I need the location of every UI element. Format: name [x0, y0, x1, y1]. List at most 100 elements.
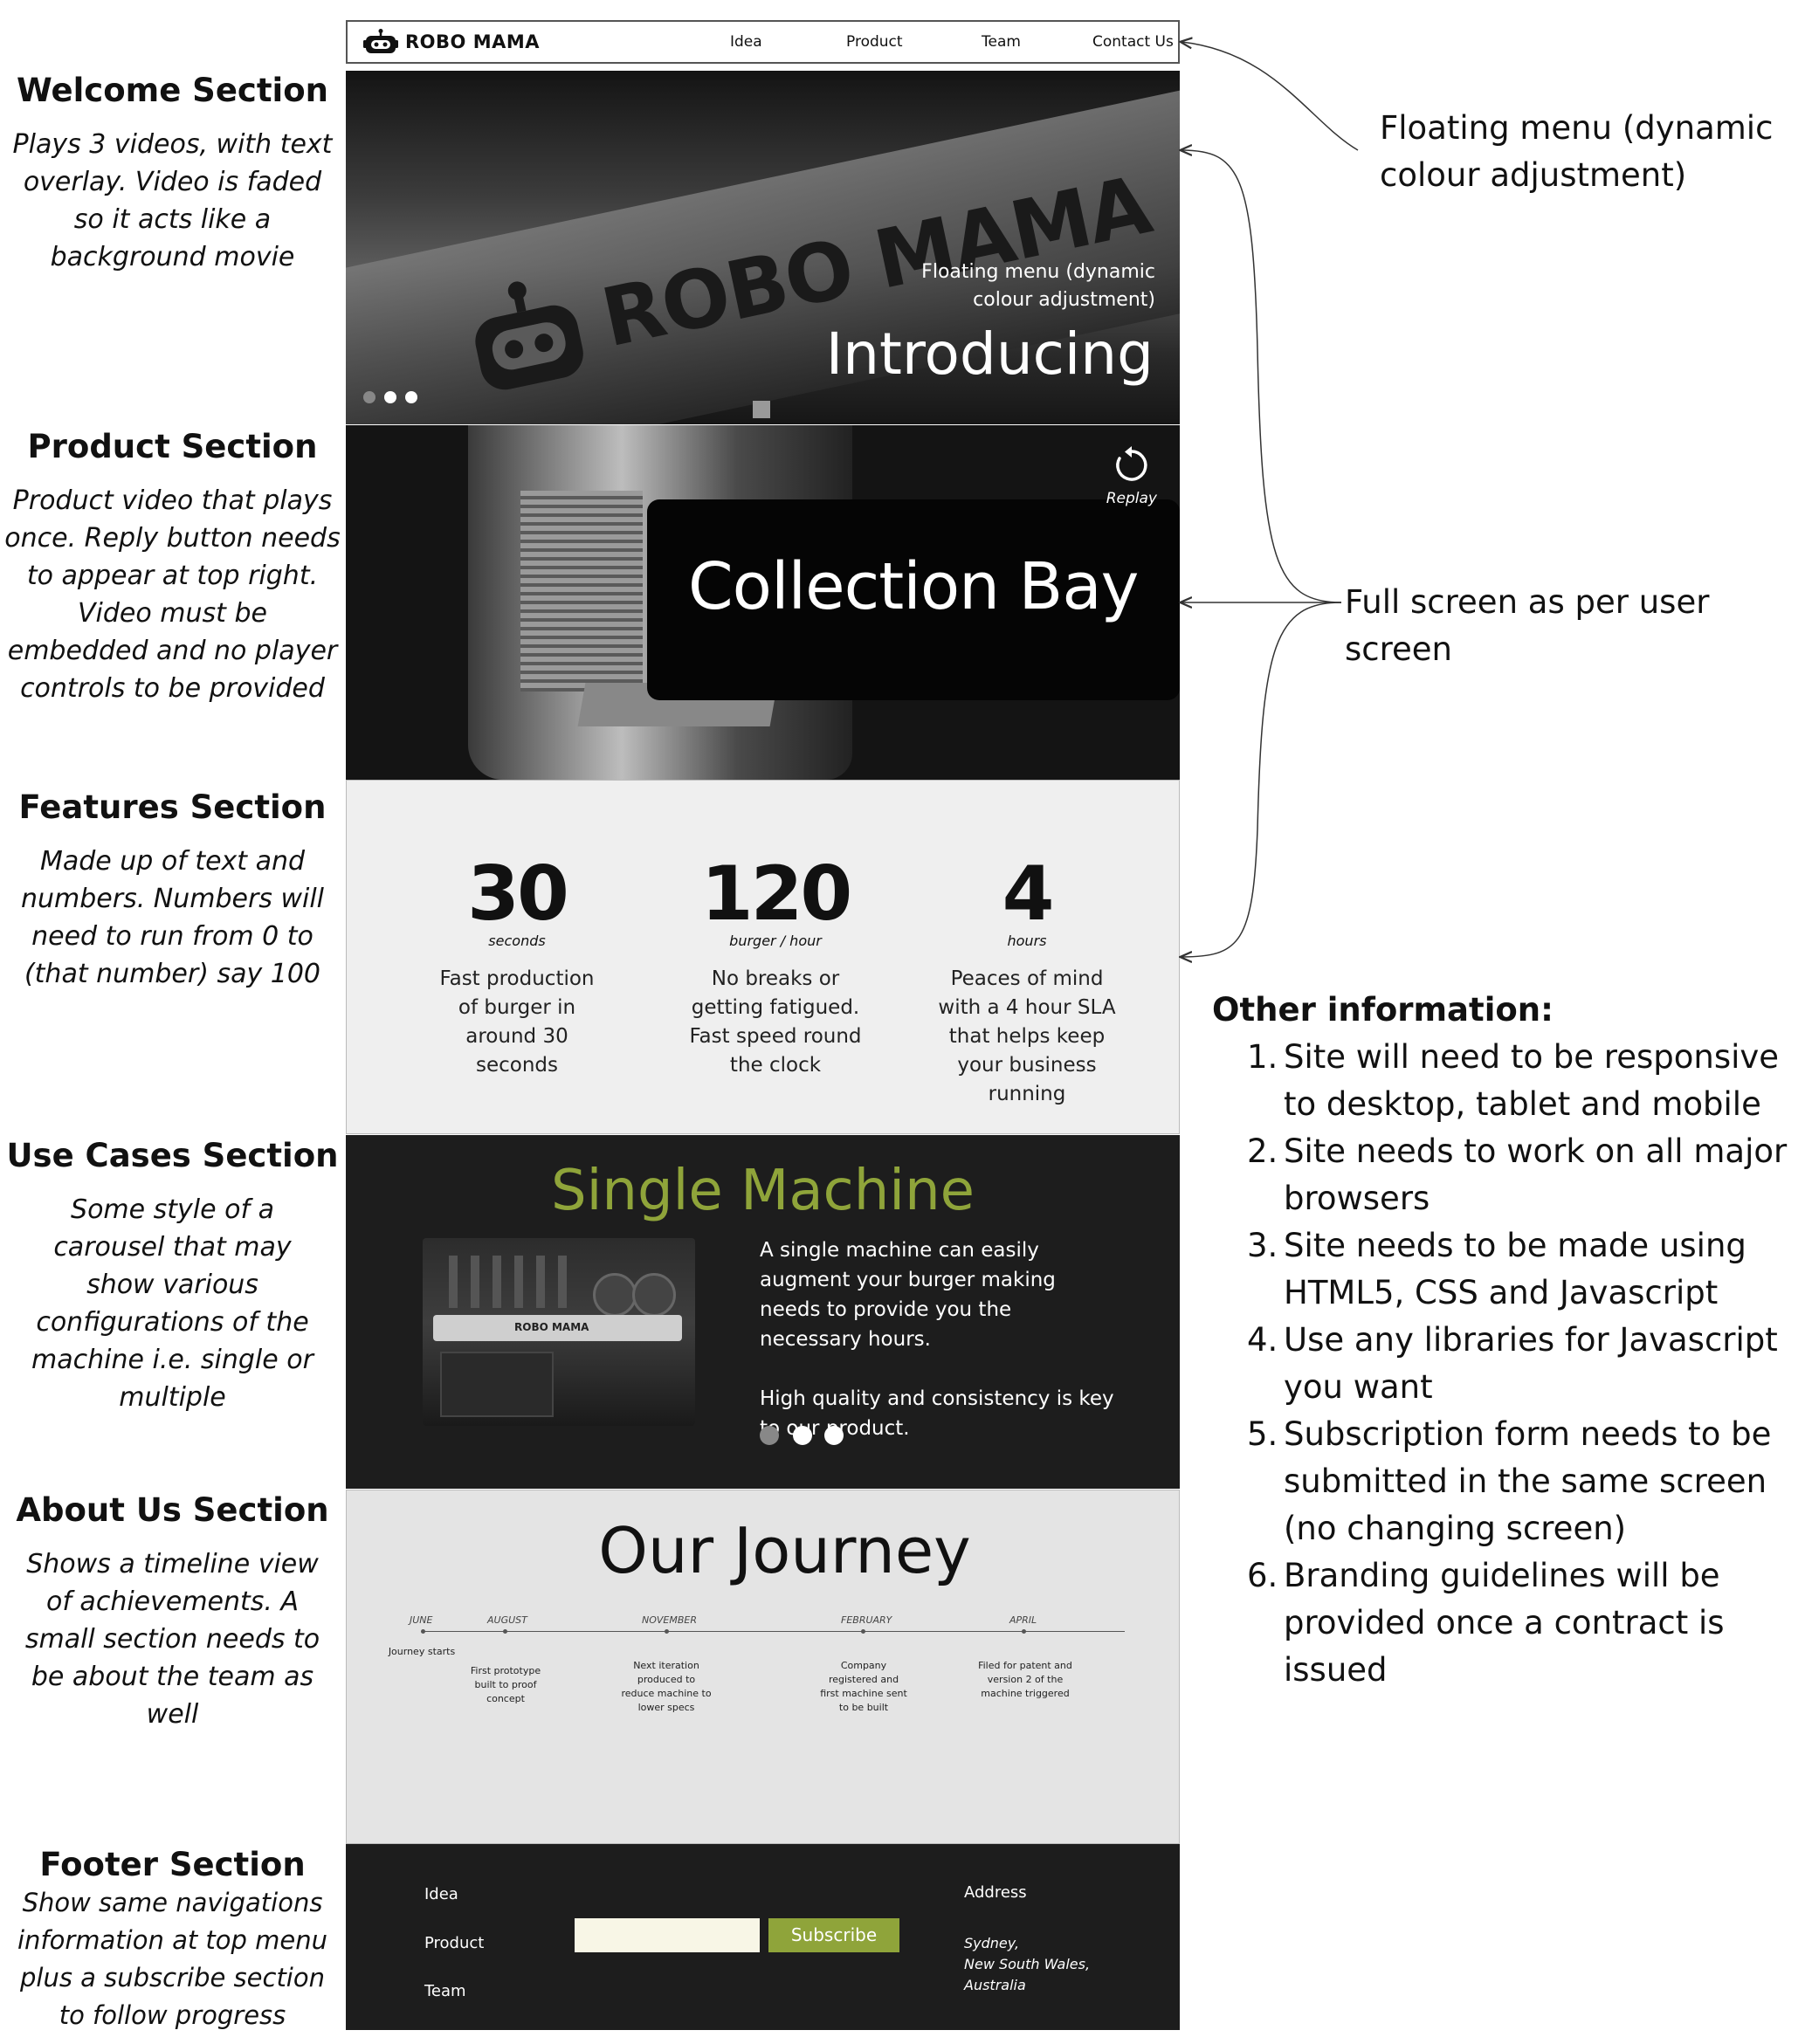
feature-desc: Peaces of mind with a 4 hour SLA that he… [938, 967, 1116, 1105]
address-text: Sydney, New South Wales, Australia [964, 1933, 1090, 1996]
timeline-month: NOVEMBER [642, 1614, 697, 1626]
product-section: Collection Bay Replay [346, 425, 1180, 780]
video-carousel-dots [363, 391, 417, 403]
feature-unit: hours [1007, 933, 1047, 949]
product-title: Collection Bay [688, 549, 1139, 624]
annotation-about: About Us Section Shows a timeline view o… [0, 1491, 345, 1733]
timeline-month: JUNE [410, 1614, 433, 1626]
nav-item-product[interactable]: Product [846, 33, 903, 51]
annotation-floating-menu: Floating menu (dynamic colour adjustment… [1380, 105, 1773, 199]
timeline-month: FEBRUARY [841, 1614, 892, 1626]
list-item: 6. Branding guidelines will be provided o… [1247, 1557, 1725, 1689]
timeline-dot [1022, 1629, 1026, 1634]
feature-number: 120 [700, 850, 853, 938]
annotation-desc: Plays 3 videos, with text overlay. Video… [12, 129, 333, 272]
use-case-para: A single machine can easily augment your… [760, 1239, 1056, 1351]
feature-item: 30 seconds Fast production of burger in … [417, 855, 617, 1080]
hero-headline: Introducing [825, 320, 1154, 388]
replay-icon [1116, 446, 1147, 481]
about-title: Our Journey [598, 1514, 971, 1587]
carousel-dot[interactable] [793, 1426, 812, 1445]
use-case-text: A single machine can easily augment your… [760, 1235, 1118, 1443]
annotation-line: Floating menu (dynamic [1380, 109, 1774, 147]
annotation-title: Footer Section [39, 1846, 306, 1883]
overlay-line: colour adjustment) [973, 289, 1155, 311]
feature-item: 4 hours Peaces of mind with a 4 hour SLA… [927, 855, 1127, 1109]
subscribe-email-input[interactable] [575, 1918, 760, 1952]
nav-item-team[interactable]: Team [982, 33, 1021, 51]
machine-image: ROBO MAMA [423, 1238, 695, 1426]
timeline-dot [665, 1629, 669, 1634]
address-line: Australia [964, 1977, 1026, 1993]
annotation-line: colour adjustment) [1380, 156, 1687, 194]
timeline-text: Next iteration produced to reduce machin… [621, 1660, 712, 1713]
subscribe-button[interactable]: Subscribe [768, 1918, 899, 1952]
feature-unit: seconds [488, 933, 546, 949]
list-item: 3. Site needs to be made using HTML5, CSS… [1247, 1227, 1746, 1311]
timeline-text: First prototype built to proof concept [470, 1665, 541, 1704]
other-info-title: Other information: [1212, 991, 1554, 1029]
timeline-text: Company registered and first machine sen… [820, 1660, 907, 1713]
list-item: 4. Use any libraries for Javascript you w… [1247, 1321, 1778, 1406]
timeline-line [424, 1631, 1125, 1632]
about-section: Our Journey JUNE Journey starts AUGUST F… [346, 1490, 1180, 1844]
carousel-dot[interactable] [405, 391, 417, 403]
annotation-product: Product Section Product video that plays… [0, 428, 345, 707]
annotation-footer: Footer Section Show same navigations inf… [0, 1846, 345, 2034]
annotation-desc: Product video that plays once. Reply but… [4, 485, 341, 704]
carousel-dot[interactable] [760, 1426, 779, 1445]
list-item: 2. Site needs to work on all major browse… [1247, 1132, 1788, 1217]
annotation-title: Use Cases Section [6, 1137, 339, 1174]
replay-label: Replay [1106, 490, 1157, 507]
feature-number: 30 [467, 850, 569, 938]
nav-item-idea[interactable]: Idea [730, 33, 762, 51]
address-line: New South Wales, [964, 1956, 1091, 1972]
annotation-desc: Shows a timeline view of achievements. A… [24, 1549, 320, 1730]
page: Welcome Section Plays 3 videos, with tex… [0, 0, 1805, 2044]
overlay-line: Floating menu (dynamic [921, 261, 1155, 283]
timeline-text: Journey starts [388, 1646, 456, 1657]
timeline-dot [503, 1629, 507, 1634]
footer-section: Idea Product Team Subscribe Address Sydn… [346, 1844, 1180, 2030]
replay-button[interactable]: Replay [1106, 446, 1157, 507]
timeline-month: AUGUST [487, 1614, 527, 1626]
feature-number: 4 [1002, 850, 1055, 938]
footer-nav-product[interactable]: Product [424, 1934, 484, 1952]
annotation-desc: Some style of a carousel that may show v… [31, 1194, 313, 1413]
annotation-title: About Us Section [16, 1491, 329, 1529]
annotation-desc: Show same navigations information at top… [17, 1888, 328, 2030]
timeline-dot [421, 1629, 425, 1634]
annotation-features: Features Section Made up of text and num… [0, 788, 345, 993]
address-heading: Address [964, 1883, 1027, 1902]
hero-overlay-text: Floating menu (dynamic colour adjustment… [921, 258, 1155, 314]
timeline-month: APRIL [1009, 1614, 1037, 1626]
annotation-usecases: Use Cases Section Some style of a carous… [0, 1137, 345, 1416]
carousel-dot[interactable] [363, 391, 375, 403]
feature-item: 120 burger / hour No breaks or getting f… [675, 855, 876, 1080]
feature-desc: Fast production of burger in around 30 s… [439, 967, 595, 1077]
annotation-title: Features Section [18, 788, 327, 826]
machine-image-label: ROBO MAMA [514, 1321, 589, 1333]
other-info-list: 1. Site will need to be responsive to des… [1212, 1034, 1788, 1694]
use-case-carousel-dots [760, 1426, 844, 1445]
timeline-dot [861, 1629, 865, 1634]
carousel-dot[interactable] [824, 1426, 844, 1445]
footer-nav-team[interactable]: Team [424, 1982, 466, 2000]
nav-item-contact-us[interactable]: Contact Us [1092, 33, 1174, 51]
scroll-handle[interactable] [753, 401, 770, 418]
address-line: Sydney, [964, 1935, 1020, 1951]
annotation-full-screen: Full screen as per user screen [1345, 583, 1710, 668]
welcome-section: ROBO MAMA Floating menu (dynamic colour … [346, 71, 1180, 424]
list-item: 5. Subscription form needs to be submitte… [1247, 1415, 1772, 1547]
annotation-title: Product Section [27, 428, 318, 465]
annotation-welcome: Welcome Section Plays 3 videos, with tex… [0, 72, 345, 276]
annotation-desc: Made up of text and numbers. Numbers wil… [20, 846, 324, 989]
list-item: 1. Site will need to be responsive to des… [1247, 1038, 1780, 1123]
feature-desc: No breaks or getting fatigued. Fast spee… [689, 967, 862, 1077]
footer-nav-idea[interactable]: Idea [424, 1885, 458, 1903]
other-information: Other information: 1. Site will need to b… [1212, 987, 1788, 1694]
carousel-dot[interactable] [384, 391, 396, 403]
features-section: 30 seconds Fast production of burger in … [346, 780, 1180, 1134]
use-cases-section: Single Machine ROBO MAMA A single machin… [346, 1135, 1180, 1489]
timeline-text: Filed for patent and version 2 of the ma… [978, 1660, 1072, 1699]
